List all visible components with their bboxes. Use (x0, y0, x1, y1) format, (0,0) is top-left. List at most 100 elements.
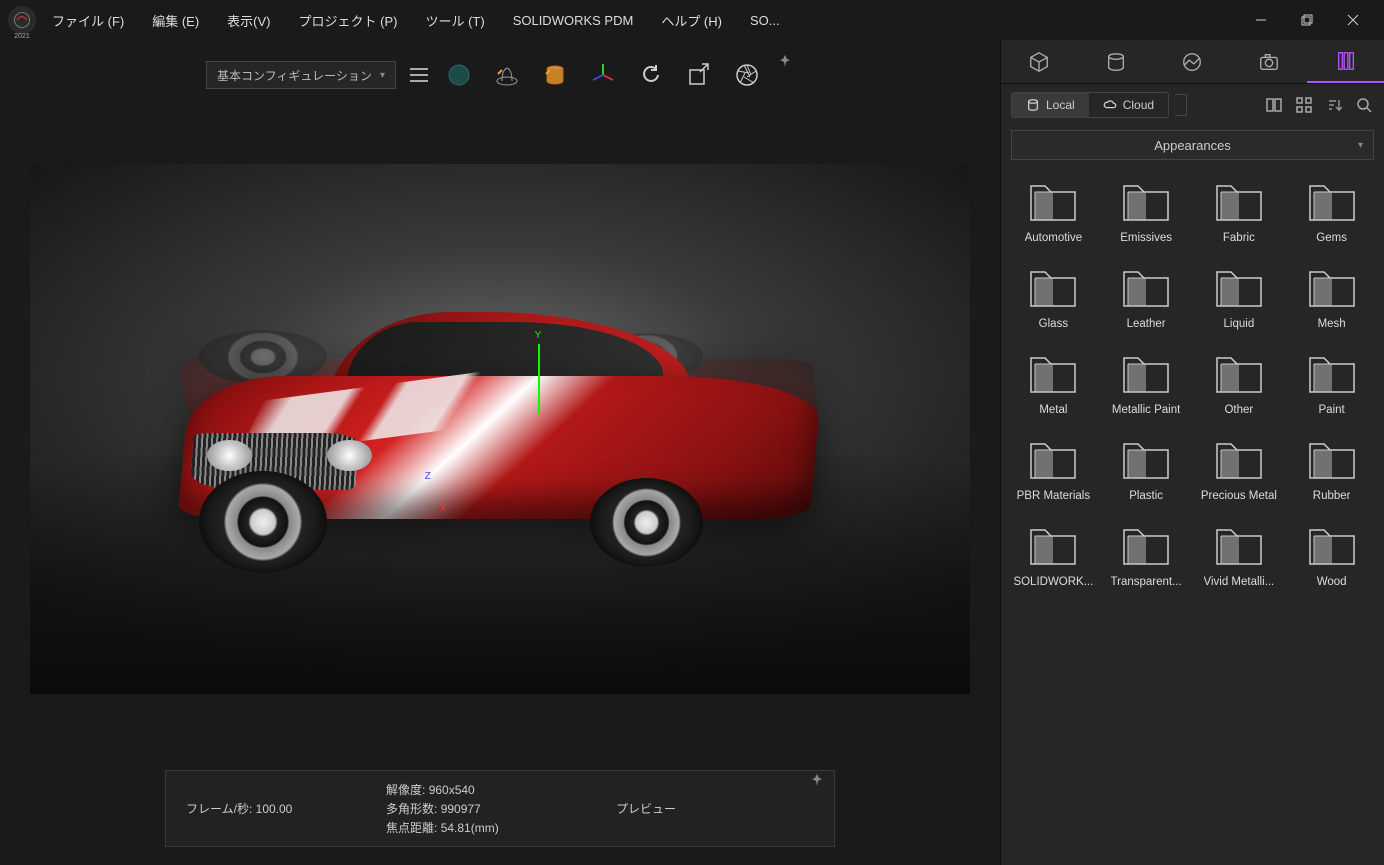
tab-camera[interactable] (1231, 40, 1308, 83)
cylinder-tool-icon[interactable] (538, 58, 572, 92)
maximize-button[interactable] (1284, 4, 1330, 36)
folder-pbr-materials[interactable]: PBR Materials (1011, 434, 1096, 502)
appearances-dropdown[interactable]: Appearances ▾ (1011, 130, 1374, 160)
focal-label: 焦点距離: (386, 821, 437, 835)
folder-fabric[interactable]: Fabric (1197, 176, 1282, 244)
menu-project[interactable]: プロジェクト (P) (287, 5, 410, 36)
folder-leather[interactable]: Leather (1104, 262, 1189, 330)
tab-scene[interactable] (1154, 40, 1231, 83)
library-tools (1264, 95, 1374, 115)
folder-metal[interactable]: Metal (1011, 348, 1096, 416)
tab-materials[interactable] (1078, 40, 1155, 83)
car-model: X Z (124, 281, 876, 599)
minimize-button[interactable] (1238, 4, 1284, 36)
folder-label: Leather (1127, 318, 1166, 330)
folder-label: Mesh (1318, 318, 1346, 330)
menu-so[interactable]: SO... (738, 7, 792, 34)
folder-icon (1118, 176, 1174, 226)
toggle-extra[interactable] (1175, 94, 1187, 116)
workspace: 基本コンフィギュレーション ▾ (0, 40, 1384, 865)
folder-icon (1118, 348, 1174, 398)
refresh-tool-icon[interactable] (634, 58, 668, 92)
folder-label: Precious Metal (1201, 490, 1277, 502)
configuration-label: 基本コンフィギュレーション (217, 67, 372, 84)
folder-label: Fabric (1223, 232, 1255, 244)
folder-label: Plastic (1129, 490, 1163, 502)
split-view-icon[interactable] (1264, 95, 1284, 115)
folder-icon (1304, 434, 1360, 484)
folder-other[interactable]: Other (1197, 348, 1282, 416)
menu-tools[interactable]: ツール (T) (413, 5, 496, 36)
folder-icon (1025, 262, 1081, 312)
folder-label: SOLIDWORK... (1013, 576, 1093, 588)
folder-icon (1118, 520, 1174, 570)
folder-vivid-metalli-[interactable]: Vivid Metalli... (1197, 520, 1282, 588)
folder-label: Vivid Metalli... (1204, 576, 1275, 588)
export-tool-icon[interactable] (682, 58, 716, 92)
folder-label: Glass (1039, 318, 1068, 330)
fps-label: フレーム/秒: (186, 802, 252, 816)
folder-transparent-[interactable]: Transparent... (1104, 520, 1189, 588)
menu-file[interactable]: ファイル (F) (40, 5, 136, 36)
environment-tool-icon[interactable] (490, 58, 524, 92)
render-preview[interactable]: X Z (30, 164, 970, 694)
resolution-value: 960x540 (429, 783, 475, 797)
menu-view[interactable]: 表示(V) (215, 5, 282, 36)
sort-icon[interactable] (1324, 95, 1344, 115)
folder-icon (1211, 434, 1267, 484)
viewport[interactable]: X Z (0, 100, 1000, 758)
axis-z-icon: Z (425, 471, 431, 482)
tab-library[interactable] (1307, 40, 1384, 83)
folder-paint[interactable]: Paint (1289, 348, 1374, 416)
local-cloud-row: Local Cloud (1001, 84, 1384, 126)
window-controls (1238, 4, 1376, 36)
cloud-button[interactable]: Cloud (1089, 93, 1168, 117)
folder-label: Other (1224, 404, 1253, 416)
axis-tool-icon[interactable] (586, 58, 620, 92)
folder-icon (1304, 176, 1360, 226)
configuration-dropdown[interactable]: 基本コンフィギュレーション ▾ (206, 61, 396, 89)
menu-bar: 2021 ファイル (F) 編集 (E) 表示(V) プロジェクト (P) ツー… (0, 0, 1384, 40)
folder-glass[interactable]: Glass (1011, 262, 1096, 330)
folder-rubber[interactable]: Rubber (1289, 434, 1374, 502)
sphere-tool-icon[interactable] (442, 58, 476, 92)
folder-plastic[interactable]: Plastic (1104, 434, 1189, 502)
side-panel: Local Cloud Appearances ▾ Automotive Emis… (1000, 40, 1384, 865)
folder-gems[interactable]: Gems (1289, 176, 1374, 244)
folder-emissives[interactable]: Emissives (1104, 176, 1189, 244)
search-icon[interactable] (1354, 95, 1374, 115)
folder-precious-metal[interactable]: Precious Metal (1197, 434, 1282, 502)
menu-edit[interactable]: 編集 (E) (140, 5, 211, 36)
folder-metallic-paint[interactable]: Metallic Paint (1104, 348, 1189, 416)
pin-icon[interactable] (778, 54, 794, 70)
pin-icon[interactable] (810, 773, 826, 789)
folder-icon (1211, 262, 1267, 312)
app-logo-year: 2021 (14, 33, 30, 40)
chevron-down-icon: ▾ (1358, 140, 1363, 151)
folder-label: Automotive (1025, 232, 1083, 244)
local-button[interactable]: Local (1012, 93, 1089, 117)
folder-mesh[interactable]: Mesh (1289, 262, 1374, 330)
aperture-tool-icon[interactable] (730, 58, 764, 92)
grid-view-icon[interactable] (1294, 95, 1314, 115)
folder-solidwork-[interactable]: SOLIDWORK... (1011, 520, 1096, 588)
menu-help[interactable]: ヘルプ (H) (649, 5, 734, 36)
folder-icon (1118, 262, 1174, 312)
hamburger-icon[interactable] (410, 68, 428, 82)
folder-grid: Automotive Emissives Fabric Gems Glass Leathe… (1001, 170, 1384, 594)
folder-icon (1025, 520, 1081, 570)
polygons-label: 多角形数: (386, 802, 437, 816)
axis-x-icon: X (440, 503, 447, 514)
folder-label: Rubber (1313, 490, 1351, 502)
folder-label: PBR Materials (1017, 490, 1091, 502)
close-button[interactable] (1330, 4, 1376, 36)
folder-label: Emissives (1120, 232, 1172, 244)
folder-wood[interactable]: Wood (1289, 520, 1374, 588)
folder-icon (1118, 434, 1174, 484)
tab-model[interactable] (1001, 40, 1078, 83)
app-logo[interactable]: 2021 (8, 6, 36, 34)
folder-label: Metallic Paint (1112, 404, 1180, 416)
folder-liquid[interactable]: Liquid (1197, 262, 1282, 330)
folder-automotive[interactable]: Automotive (1011, 176, 1096, 244)
menu-pdm[interactable]: SOLIDWORKS PDM (501, 7, 646, 34)
